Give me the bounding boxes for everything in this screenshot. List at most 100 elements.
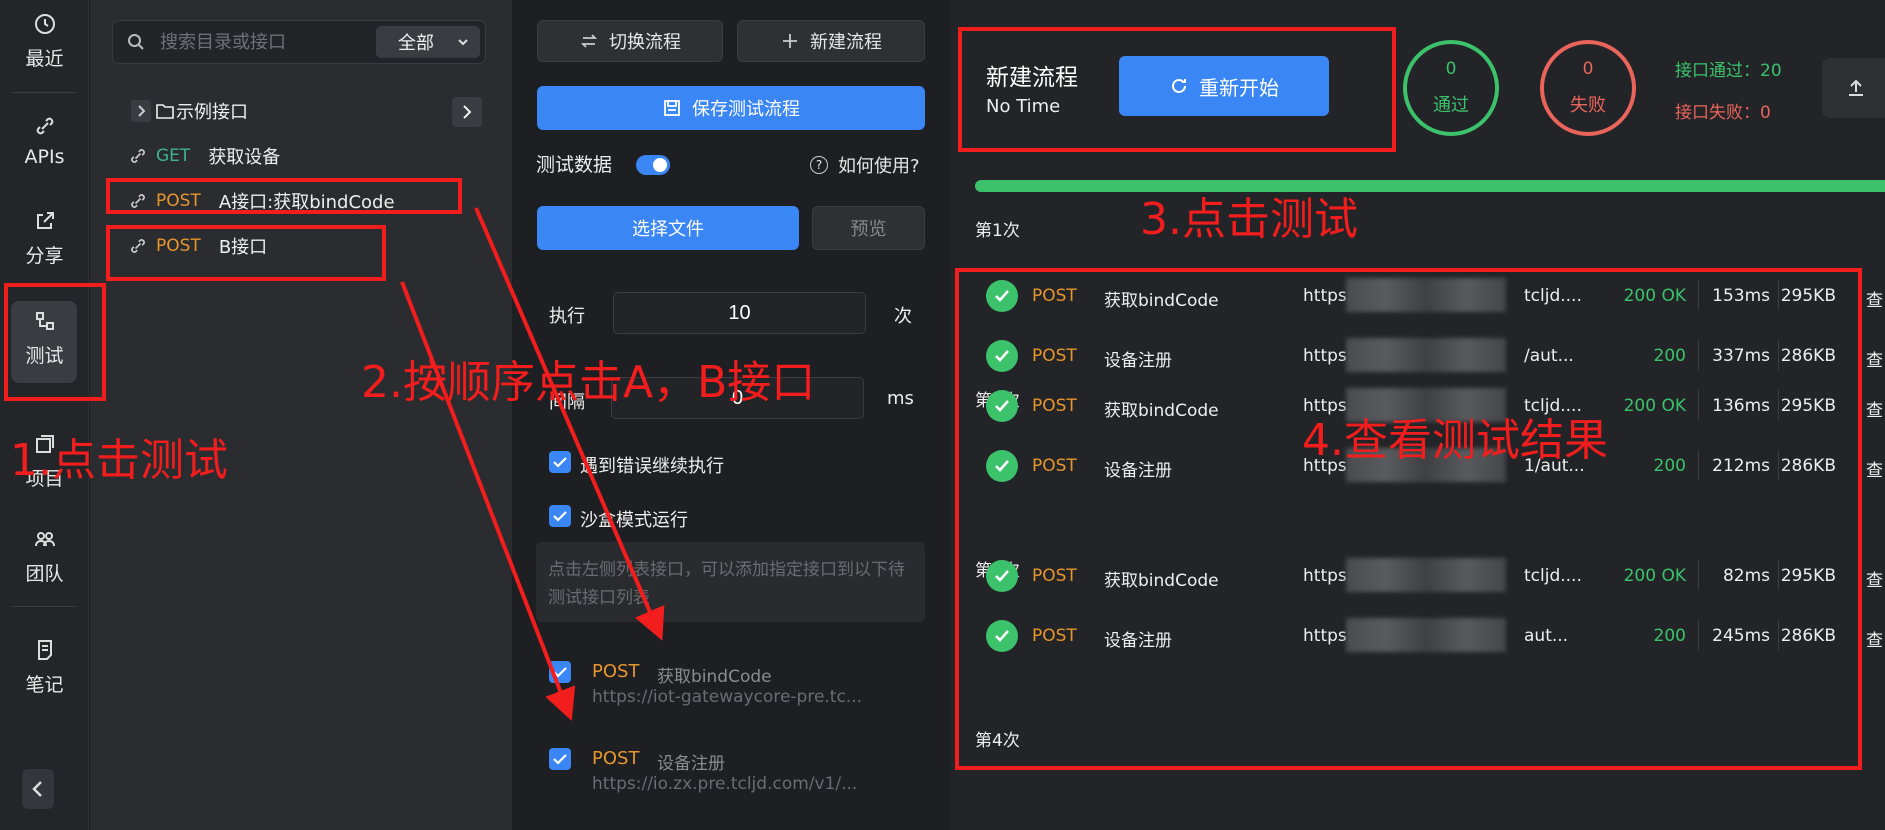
note-icon bbox=[37, 639, 52, 660]
exec-unit: 次 bbox=[894, 306, 912, 327]
nav-label: 分享 bbox=[25, 244, 64, 267]
api-pass-stat: 接口通过：20 bbox=[1675, 61, 1782, 81]
link-icon bbox=[131, 149, 145, 163]
annotation-step3: 3.点击测试 bbox=[1140, 194, 1358, 245]
selected-item-name: 设备注册 bbox=[657, 754, 725, 774]
export-button[interactable] bbox=[1822, 58, 1885, 118]
tree-item[interactable]: GET 获取设备 bbox=[128, 141, 280, 171]
hint-box: 点击左侧列表接口，可以添加指定接口到以下待测试接口列表 bbox=[536, 542, 925, 622]
annotation-box-b bbox=[106, 225, 386, 281]
test-data-toggle[interactable] bbox=[636, 155, 670, 175]
annotation-step1: 1.点击测试 bbox=[10, 435, 228, 486]
tree-folder[interactable]: 示例接口 bbox=[156, 96, 248, 126]
choose-file-button[interactable]: 选择文件 bbox=[537, 206, 799, 250]
scope-select[interactable]: 全部 bbox=[376, 26, 480, 58]
chevron-left-icon bbox=[32, 781, 42, 797]
continue-on-error-label: 遇到错误继续执行 bbox=[580, 456, 724, 477]
api-fail-stat: 接口失败：0 bbox=[1675, 103, 1771, 123]
progress-bar bbox=[975, 180, 1885, 192]
nav-notes[interactable]: 笔记 bbox=[0, 626, 89, 708]
check-icon bbox=[553, 457, 567, 468]
nav-label: 笔记 bbox=[25, 673, 64, 696]
exec-label: 执行 bbox=[549, 306, 585, 327]
method-badge: GET bbox=[156, 146, 191, 166]
upload-icon bbox=[1849, 79, 1863, 96]
share-icon bbox=[36, 211, 54, 229]
nav-label: 团队 bbox=[25, 562, 64, 585]
plus-icon bbox=[783, 34, 797, 48]
folder-name: 示例接口 bbox=[176, 102, 248, 123]
view-detail-link[interactable]: 查 bbox=[1866, 626, 1883, 651]
expand-panel-button[interactable] bbox=[452, 97, 482, 127]
new-flow-button[interactable]: 新建流程 bbox=[737, 20, 925, 62]
annotation-step2: 2.按顺序点击A，B接口 bbox=[361, 357, 816, 408]
link-icon bbox=[36, 117, 53, 135]
fail-count: 0 bbox=[1582, 59, 1594, 79]
folder-toggle[interactable] bbox=[131, 100, 151, 122]
view-detail-link[interactable]: 查 bbox=[1866, 566, 1883, 591]
api-tree-panel bbox=[90, 0, 512, 830]
method-badge: POST bbox=[592, 748, 640, 769]
save-flow-button[interactable]: 保存测试流程 bbox=[537, 86, 925, 130]
nav-apis[interactable]: APIs bbox=[0, 100, 89, 182]
button-label: 切换流程 bbox=[609, 32, 681, 53]
collapse-rail-button[interactable] bbox=[22, 769, 54, 809]
annotation-box-step4 bbox=[955, 268, 1862, 770]
chevron-right-icon bbox=[138, 105, 146, 117]
check-icon bbox=[553, 754, 567, 765]
round-label: 第1次 bbox=[975, 221, 1020, 241]
button-label: 预览 bbox=[850, 219, 887, 240]
folder-icon bbox=[156, 104, 174, 119]
exec-count-input[interactable] bbox=[613, 292, 866, 334]
sandbox-checkbox[interactable] bbox=[549, 505, 571, 527]
pass-count: 0 bbox=[1445, 59, 1457, 79]
how-to-link[interactable]: ? 如何使用? bbox=[810, 152, 920, 178]
nav-label: APIs bbox=[24, 146, 65, 168]
button-label: 新建流程 bbox=[810, 32, 882, 53]
nav-rail: 最近 APIs 分享 测试 项目 团队 笔记 bbox=[0, 0, 89, 830]
test-data-label: 测试数据 bbox=[536, 154, 613, 176]
annotation-box-a bbox=[106, 178, 462, 214]
nav-share[interactable]: 分享 bbox=[0, 197, 89, 279]
switch-flow-button[interactable]: 切换流程 bbox=[537, 20, 723, 62]
annotation-step4: 4.查看测试结果 bbox=[1302, 415, 1608, 466]
annotation-box-step1 bbox=[4, 283, 106, 401]
interval-unit: ms bbox=[887, 388, 914, 409]
view-detail-link[interactable]: 查 bbox=[1866, 286, 1883, 311]
button-label: 选择文件 bbox=[632, 219, 704, 240]
preview-button[interactable]: 预览 bbox=[812, 206, 925, 250]
divider bbox=[12, 92, 76, 93]
nav-team[interactable]: 团队 bbox=[0, 515, 89, 597]
nav-recent[interactable]: 最近 bbox=[0, 0, 89, 82]
view-detail-link[interactable]: 查 bbox=[1866, 456, 1883, 481]
how-to-label: 如何使用? bbox=[838, 156, 920, 177]
selected-item-url: https://iot-gatewaycore-pre.tc... bbox=[592, 687, 863, 707]
scope-value: 全部 bbox=[398, 33, 434, 54]
selected-item-checkbox[interactable] bbox=[549, 661, 571, 683]
view-detail-link[interactable]: 查 bbox=[1866, 396, 1883, 421]
toggle-knob bbox=[653, 158, 667, 172]
selected-item-url: https://io.zx.pre.tcljd.com/v1/... bbox=[592, 774, 858, 794]
chevron-down-icon bbox=[458, 39, 468, 46]
search-input[interactable] bbox=[160, 26, 370, 58]
help-icon: ? bbox=[810, 156, 828, 174]
annotation-box-step3 bbox=[958, 27, 1396, 152]
selected-item-checkbox[interactable] bbox=[549, 748, 571, 770]
selected-item-name: 获取bindCode bbox=[657, 667, 772, 687]
item-name: 获取设备 bbox=[208, 147, 281, 168]
sandbox-label: 沙盒模式运行 bbox=[580, 510, 688, 531]
pass-ring: 0 通过 bbox=[1403, 40, 1499, 136]
fail-label: 失败 bbox=[1570, 95, 1606, 116]
swap-icon bbox=[580, 34, 598, 48]
check-icon bbox=[553, 511, 567, 522]
continue-on-error-checkbox[interactable] bbox=[549, 451, 571, 473]
pass-label: 通过 bbox=[1433, 95, 1469, 116]
save-icon bbox=[664, 100, 680, 116]
check-icon bbox=[553, 667, 567, 678]
history-icon bbox=[34, 13, 55, 34]
view-detail-link[interactable]: 查 bbox=[1866, 346, 1883, 371]
team-icon bbox=[34, 531, 55, 546]
button-label: 保存测试流程 bbox=[692, 99, 800, 120]
divider bbox=[12, 606, 76, 607]
search-icon bbox=[128, 34, 144, 50]
